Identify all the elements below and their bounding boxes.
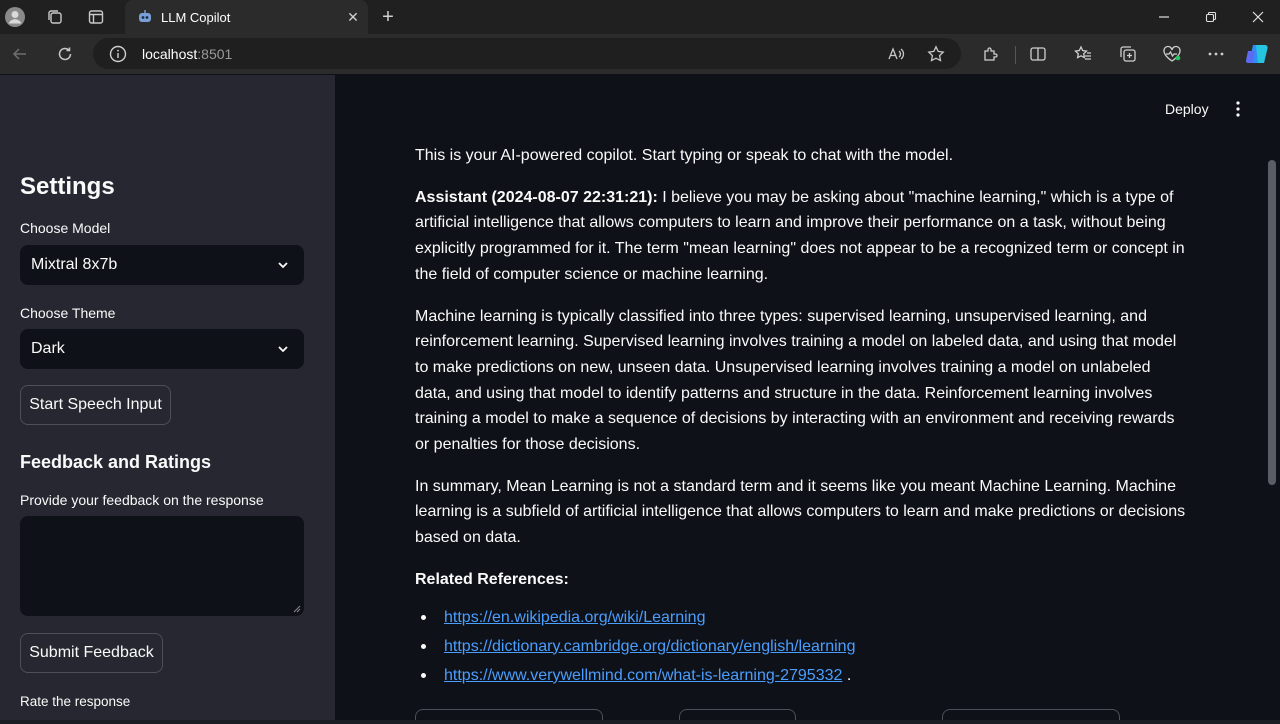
browser-essentials-icon[interactable] (1160, 42, 1184, 66)
robot-favicon-icon (139, 10, 151, 22)
feedback-textarea[interactable] (20, 516, 304, 616)
chevron-down-icon (278, 346, 288, 353)
vertical-tabs-icon[interactable] (84, 5, 108, 29)
theme-select-value: Dark (31, 340, 65, 357)
minimize-window-icon[interactable] (1152, 5, 1176, 29)
start-speech-input-button[interactable]: Start Speech Input (20, 385, 171, 425)
tab-title: LLM Copilot (161, 10, 231, 25)
collections-icon[interactable] (1116, 42, 1140, 66)
reference-3-suffix: . (842, 666, 852, 684)
active-tab[interactable]: LLM Copilot ✕ (125, 0, 368, 34)
references-heading: Related References: (415, 567, 1190, 593)
assistant-paragraph-3: In summary, Mean Learning is not a stand… (415, 477, 1186, 547)
workspaces-icon[interactable] (43, 5, 67, 29)
refresh-icon[interactable] (53, 42, 77, 66)
choose-model-label: Choose Model (20, 220, 111, 236)
address-toolbar: localhost:8501 (0, 34, 1280, 109)
url-host: localhost (142, 46, 198, 62)
url-text: localhost:8501 (142, 46, 232, 62)
profile-avatar-icon[interactable] (3, 5, 27, 29)
chevron-down-icon (278, 262, 288, 269)
main-scrollbar[interactable] (1268, 160, 1276, 485)
list-item: https://en.wikipedia.org/wiki/Learning (415, 605, 1190, 631)
back-icon[interactable] (8, 42, 32, 66)
intro-text: This is your AI-powered copilot. Start t… (415, 147, 954, 164)
chat-content: This is your AI-powered copilot. Start t… (415, 143, 1190, 692)
deploy-button[interactable]: Deploy (1165, 101, 1209, 117)
submit-feedback-button[interactable]: Submit Feedback (20, 633, 163, 673)
restore-window-icon[interactable] (1199, 5, 1223, 29)
assistant-prefix: Assistant (2024-08-07 22:31:21): (415, 188, 658, 206)
extensions-icon[interactable] (979, 42, 1003, 66)
reference-link-3[interactable]: https://www.verywellmind.com/what-is-lea… (444, 667, 842, 684)
main-menu-icon[interactable] (1230, 99, 1246, 119)
resize-handle-icon[interactable] (293, 605, 301, 613)
new-tab-icon[interactable]: + (376, 5, 400, 29)
url-port: :8501 (197, 46, 233, 62)
sidebar-title: Settings (20, 173, 115, 200)
assistant-paragraph-2: Machine learning is typically classified… (415, 307, 1177, 454)
feedback-heading: Feedback and Ratings (20, 452, 212, 472)
reference-link-2[interactable]: https://dictionary.cambridge.org/diction… (444, 638, 855, 655)
url-bar[interactable]: localhost:8501 (93, 38, 961, 69)
assistant-message: Assistant (2024-08-07 22:31:21): I belie… (415, 185, 1190, 288)
browser-tab-bar: LLM Copilot ✕ + (0, 0, 1280, 34)
reference-link-1[interactable]: https://en.wikipedia.org/wiki/Learning (444, 609, 705, 626)
window-bottom-edge (0, 720, 1280, 724)
model-select[interactable]: Mixtral 8x7b (20, 245, 304, 285)
favorites-icon[interactable] (1071, 42, 1095, 66)
close-window-icon[interactable] (1246, 5, 1270, 29)
toolbar-divider (1015, 46, 1016, 64)
site-info-icon[interactable] (109, 45, 127, 63)
references-heading-text: Related References: (415, 570, 569, 588)
copilot-icon[interactable] (1245, 42, 1269, 66)
sidebar: Settings Choose Model Mixtral 8x7b Choos… (0, 75, 335, 724)
split-screen-icon[interactable] (1026, 42, 1050, 66)
rate-response-label: Rate the response (20, 694, 131, 709)
read-aloud-icon[interactable] (886, 44, 906, 64)
feedback-label: Provide your feedback on the response (20, 492, 264, 508)
model-select-value: Mixtral 8x7b (31, 256, 118, 273)
choose-theme-label: Choose Theme (20, 305, 116, 321)
favorite-star-icon[interactable] (926, 44, 946, 64)
list-item: https://dictionary.cambridge.org/diction… (415, 634, 1190, 660)
close-tab-icon[interactable]: ✕ (343, 7, 363, 27)
list-item: https://www.verywellmind.com/what-is-lea… (415, 663, 1190, 689)
references-list: https://en.wikipedia.org/wiki/Learning h… (415, 605, 1190, 689)
main-content: Deploy This is your AI-powered copilot. … (335, 75, 1280, 724)
more-menu-icon[interactable] (1204, 42, 1228, 66)
theme-select[interactable]: Dark (20, 329, 304, 369)
